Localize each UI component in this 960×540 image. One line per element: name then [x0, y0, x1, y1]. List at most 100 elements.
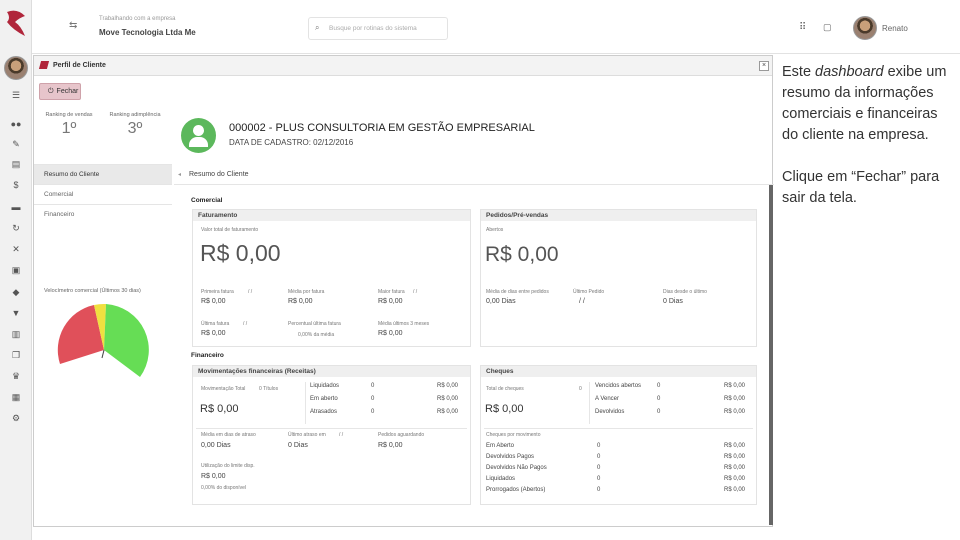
- chq-mov-liquidados-count: 0: [597, 476, 601, 482]
- mov-row-aberto-count: 0: [371, 396, 375, 402]
- nav-item-financeiro[interactable]: Financeiro: [34, 204, 172, 224]
- mov-row-liquidados-value: R$ 0,00: [437, 383, 459, 389]
- rank-default: Ranking adimplência 3º: [102, 112, 168, 138]
- topbar: ⇆ Trabalhando com a empresa Move Tecnolo…: [32, 0, 960, 54]
- wrench-icon[interactable]: ✕: [0, 244, 32, 255]
- grid-icon[interactable]: ▦: [0, 392, 32, 403]
- pedidos-card: Pedidos/Pré-vendas Abertos R$ 0,00 Média…: [480, 209, 757, 347]
- mov-title: Movimentações financeiras (Receitas): [193, 366, 470, 377]
- rank-default-value: 3º: [127, 120, 143, 137]
- user-avatar[interactable]: [853, 16, 877, 40]
- callout-paragraph-1: Este dashboard exibe um resumo da inform…: [782, 64, 947, 143]
- users-icon[interactable]: ●●: [0, 119, 32, 129]
- search-input[interactable]: ⌕ Busque por rotinas do sistema: [308, 17, 448, 40]
- id-card-icon[interactable]: ▣: [0, 265, 32, 276]
- fat-avg3-value: R$ 0,00: [378, 330, 403, 337]
- fat-avg-label: Média por fatura: [288, 289, 325, 295]
- client-name: 000002 - PLUS CONSULTORIA EM GESTÃO EMPR…: [229, 122, 535, 134]
- chq-row-devolvidos-label: Devolvidos: [595, 409, 625, 415]
- movimentacoes-card: Movimentações financeiras (Receitas) Mov…: [192, 365, 471, 505]
- modal-header: Perfil de Cliente ×: [34, 56, 772, 76]
- copy-icon[interactable]: ❐: [0, 350, 32, 361]
- close-button[interactable]: ⏻ Fechar: [39, 83, 81, 100]
- ped-open-label: Abertos: [486, 227, 504, 233]
- client-registration-date: DATA DE CADASTRO: 02/12/2016: [229, 138, 354, 147]
- fat-avg-value: R$ 0,00: [288, 298, 313, 305]
- chq-mov-aberto-label: Em Aberto: [486, 443, 515, 449]
- fat-max-label: Maior fatura: [378, 289, 405, 295]
- chq-row-vencidos-value: R$ 0,00: [724, 383, 746, 389]
- nav-item-comercial[interactable]: Comercial: [34, 184, 172, 204]
- mov-lastdelay-value: 0 Dias: [288, 442, 308, 449]
- chq-row-avencer-label: A Vencer: [595, 396, 620, 402]
- speedometer-gauge: [57, 303, 149, 377]
- ped-last-label: Último Pedido: [573, 289, 605, 295]
- fat-max-value: R$ 0,00: [378, 298, 403, 305]
- chq-mov-prorrogados-label: Prorrogados (Abertos): [486, 487, 546, 493]
- fat-first-date: / /: [248, 289, 253, 295]
- fat-total-label: Valor total de faturamento: [201, 227, 259, 233]
- gear-icon[interactable]: ⚙: [0, 413, 32, 424]
- mov-row-aberto-label: Em aberto: [310, 396, 338, 402]
- chq-mov-prorrogados-count: 0: [597, 487, 601, 493]
- chq-mov-devnaopagos-value: R$ 0,00: [724, 465, 746, 471]
- rank-sales: Ranking de vendas 1º: [36, 112, 102, 138]
- power-icon: ⏻: [48, 88, 54, 95]
- chq-mov-devnaopagos-label: Devolvidos Não Pagos: [486, 465, 547, 471]
- company-name[interactable]: Move Tecnologia Ltda Me: [99, 28, 196, 37]
- fat-pct-label: Percentual última fatura: [288, 321, 341, 327]
- chq-mov-aberto-count: 0: [597, 443, 601, 449]
- mov-total-count: 0 Títulos: [259, 386, 279, 392]
- mov-total-label: Movimentação Total: [201, 386, 246, 392]
- menu-icon[interactable]: ☰: [0, 90, 32, 101]
- nav-item-resumo[interactable]: Resumo do Cliente: [34, 164, 172, 184]
- callout-paragraph-2: Clique em “Fechar” para sair da tela.: [782, 169, 940, 206]
- search-placeholder: Busque por rotinas do sistema: [329, 25, 417, 32]
- chq-mov-prorrogados-value: R$ 0,00: [724, 487, 746, 493]
- puzzle-icon[interactable]: ◆: [0, 287, 32, 298]
- close-icon[interactable]: ×: [759, 61, 769, 71]
- chq-mov-aberto-value: R$ 0,00: [724, 443, 746, 449]
- chq-row-avencer-value: R$ 0,00: [724, 396, 746, 402]
- chat-icon[interactable]: ▢: [823, 22, 832, 33]
- mov-row-liquidados-label: Liquidados: [310, 383, 340, 389]
- gauge-title: Velocímetro comercial (Últimos 30 dias): [44, 288, 141, 294]
- tutorial-callout: Este dashboard exibe um resumo da inform…: [782, 62, 950, 209]
- fat-max-date: / /: [413, 289, 418, 295]
- bar-chart-icon[interactable]: ▥: [0, 329, 32, 340]
- mov-row-aberto-value: R$ 0,00: [437, 396, 459, 402]
- sidebar: ☰ ●● ✎ ▤ $ ▬ ↻ ✕ ▣ ◆ ▼ ▥ ❐ ♛ ▦ ⚙: [0, 0, 32, 540]
- section-financeiro: Financeiro: [191, 352, 224, 359]
- modal-scrollbar[interactable]: [769, 185, 773, 525]
- cheques-card: Cheques Total de cheques 0 R$ 0,00 Venci…: [480, 365, 757, 505]
- user-name[interactable]: Renato: [882, 24, 908, 33]
- mov-row-atrasados-count: 0: [371, 409, 375, 415]
- mov-total-value: R$ 0,00: [200, 403, 239, 415]
- dollar-icon[interactable]: $: [0, 180, 32, 190]
- crown-icon[interactable]: ♛: [0, 371, 32, 382]
- chq-mov-devpagos-count: 0: [597, 454, 601, 460]
- mov-avgdelay-value: 0,00 Dias: [201, 442, 231, 449]
- fat-first-label: Primeira fatura: [201, 289, 234, 295]
- mov-lastdelay-date: / /: [339, 432, 344, 438]
- chq-mov-liquidados-label: Liquidados: [486, 476, 516, 482]
- faturamento-title: Faturamento: [193, 210, 470, 221]
- mov-row-atrasados-value: R$ 0,00: [437, 409, 459, 415]
- apps-grid-icon[interactable]: ⠿: [799, 22, 806, 33]
- chq-mov-devpagos-label: Devolvidos Pagos: [486, 454, 535, 460]
- filter-icon[interactable]: ▼: [0, 308, 32, 318]
- avatar[interactable]: [4, 56, 28, 80]
- truck-icon[interactable]: ▬: [0, 202, 32, 212]
- calculator-icon[interactable]: ▤: [0, 159, 32, 170]
- fat-first-value: R$ 0,00: [201, 298, 226, 305]
- tools-icon[interactable]: ✎: [0, 139, 32, 150]
- search-icon: ⌕: [315, 23, 320, 32]
- ped-avgdays-value: 0,00 Dias: [486, 298, 516, 305]
- company-icon: ⇆: [69, 20, 78, 31]
- chevron-left-icon[interactable]: ◂: [178, 171, 181, 178]
- section-comercial: Comercial: [191, 197, 223, 204]
- chq-total-label: Total de cheques: [486, 386, 524, 392]
- mov-limit-value: R$ 0,00: [201, 473, 226, 480]
- chq-row-devolvidos-value: R$ 0,00: [724, 409, 746, 415]
- refresh-icon[interactable]: ↻: [0, 223, 32, 234]
